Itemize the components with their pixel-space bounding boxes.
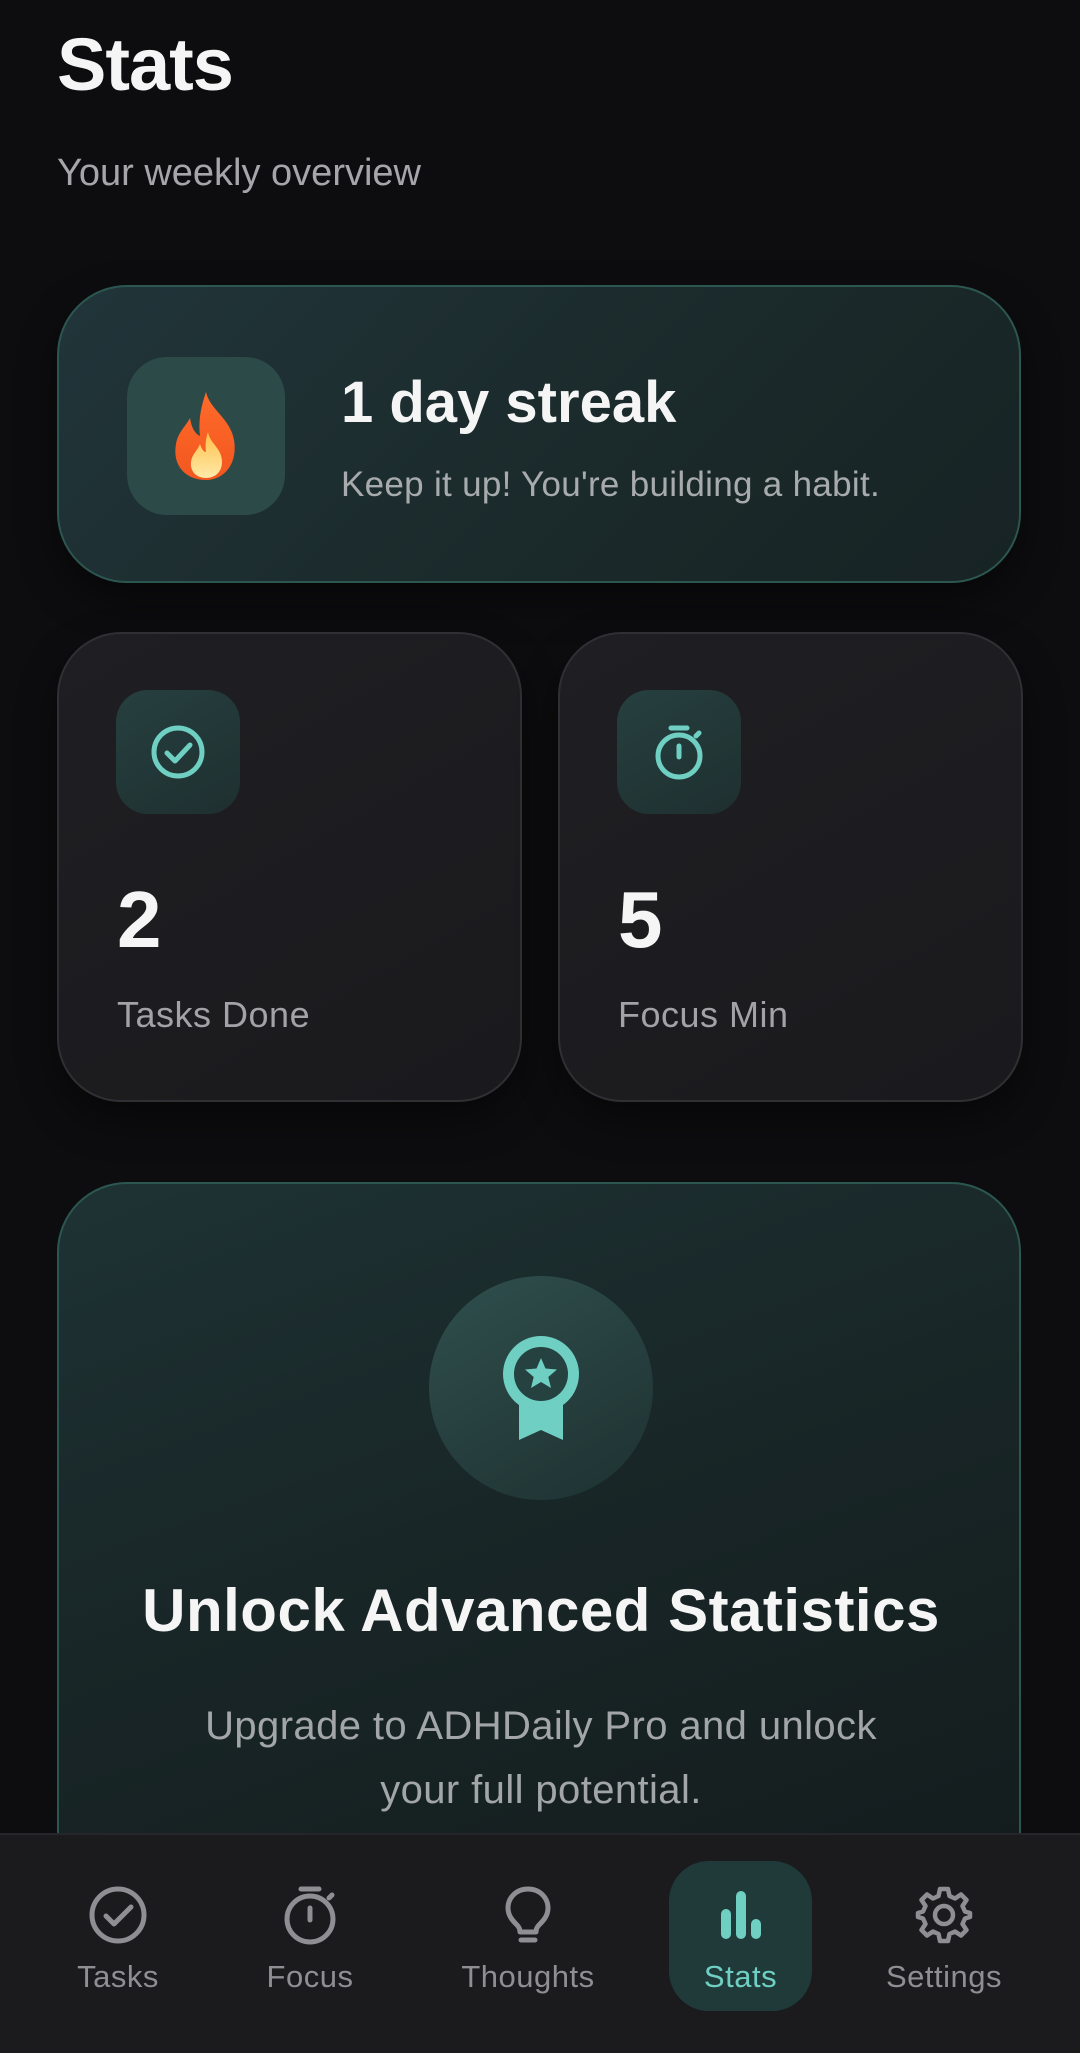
- nav-label-thoughts: Thoughts: [461, 1959, 595, 1994]
- tasks-done-card: 2 Tasks Done: [57, 632, 522, 1102]
- tasks-icon-box: [116, 690, 240, 814]
- nav-tasks[interactable]: Tasks: [58, 1861, 178, 2011]
- pro-upsell-card[interactable]: Unlock Advanced Statistics Upgrade to AD…: [57, 1182, 1021, 1902]
- streak-icon-box: [127, 357, 285, 515]
- check-circle-icon: [89, 1886, 147, 1944]
- stopwatch-icon: [655, 725, 703, 780]
- pro-description: Upgrade to ADHDaily Pro and unlock your …: [205, 1704, 877, 1812]
- streak-title: 1 day streak: [341, 370, 677, 435]
- streak-subtitle: Keep it up! You're building a habit.: [341, 465, 881, 504]
- nav-label-focus: Focus: [266, 1959, 354, 1994]
- bar-chart-icon: [720, 1891, 761, 1939]
- pro-title: Unlock Advanced Statistics: [142, 1577, 940, 1644]
- nav-focus[interactable]: Focus: [250, 1861, 370, 2011]
- streak-card: 1 day streak Keep it up! You're building…: [57, 285, 1021, 583]
- flame-icon: [175, 392, 235, 480]
- nav-label-stats: Stats: [703, 1959, 778, 1994]
- page-title: Stats: [57, 23, 234, 106]
- lightbulb-icon: [505, 1886, 551, 1943]
- focus-min-card: 5 Focus Min: [558, 632, 1023, 1102]
- stopwatch-icon: [284, 1886, 336, 1945]
- nav-label-tasks: Tasks: [77, 1959, 159, 1994]
- award-icon: [503, 1336, 579, 1440]
- gear-icon: [915, 1886, 973, 1944]
- focus-icon-box: [617, 690, 741, 814]
- check-circle-icon: [151, 725, 205, 779]
- focus-min-label: Focus Min: [618, 994, 789, 1035]
- nav-settings[interactable]: Settings: [874, 1861, 1014, 2011]
- tasks-done-value: 2: [117, 875, 162, 964]
- page-subtitle: Your weekly overview: [57, 152, 421, 194]
- nav-stats[interactable]: Stats: [669, 1861, 812, 2011]
- nav-label-settings: Settings: [885, 1959, 1002, 1994]
- bottom-nav: Tasks Focus Thoughts Stats Settings: [0, 1833, 1080, 2053]
- award-circle: [429, 1276, 653, 1500]
- tasks-done-label: Tasks Done: [117, 994, 311, 1035]
- focus-min-value: 5: [618, 875, 663, 964]
- nav-thoughts[interactable]: Thoughts: [448, 1861, 608, 2011]
